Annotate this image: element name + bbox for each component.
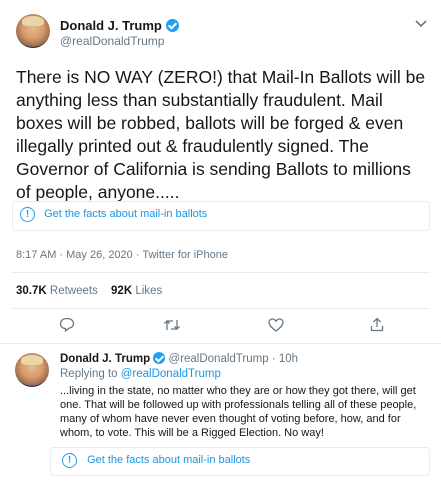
reply-author-handle[interactable]: @realDonaldTrump (169, 353, 269, 365)
reply-fact-check-row[interactable]: ! Get the facts about mail-in ballots (62, 453, 250, 468)
verified-badge-icon (153, 352, 166, 364)
replying-prefix: Replying to (60, 368, 118, 380)
info-icon: ! (20, 207, 35, 222)
reply-icon[interactable] (59, 317, 75, 332)
retweets-count[interactable]: 30.7K (16, 285, 47, 297)
fact-check-row[interactable]: ! Get the facts about mail-in ballots (20, 207, 207, 222)
divider (12, 272, 430, 273)
retweet-icon[interactable] (163, 318, 181, 332)
reply-author-name[interactable]: Donald J. Trump (60, 353, 150, 365)
likes-label[interactable]: Likes (135, 285, 162, 297)
replying-to-handle[interactable]: @realDonaldTrump (121, 368, 221, 380)
fact-check-label[interactable]: Get the facts about mail-in ballots (44, 208, 207, 220)
tweet-text: There is NO WAY (ZERO!) that Mail-In Bal… (16, 67, 426, 202)
author-avatar[interactable] (16, 14, 50, 48)
more-options-icon[interactable] (415, 20, 427, 28)
reply-author-avatar[interactable] (15, 353, 49, 387)
author-handle[interactable]: @realDonaldTrump (60, 34, 164, 48)
replying-to: Replying to @realDonaldTrump (60, 368, 221, 380)
verified-badge-icon (166, 19, 180, 32)
reply-time[interactable]: · 10h (272, 353, 298, 365)
tweet-timestamp[interactable]: 8:17 AM · May 26, 2020 · Twitter for iPh… (16, 249, 228, 261)
retweets-label[interactable]: Retweets (50, 285, 98, 297)
reply-fact-check-label[interactable]: Get the facts about mail-in ballots (87, 454, 250, 466)
author-name[interactable]: Donald J. Trump (60, 18, 162, 33)
divider (0, 343, 441, 344)
divider (12, 308, 430, 309)
reply-text: ...living in the state, no matter who th… (60, 385, 417, 439)
stats-row: 30.7K Retweets 92K Likes (16, 285, 162, 297)
likes-count[interactable]: 92K (111, 285, 132, 297)
like-icon[interactable] (268, 318, 284, 332)
author-name-row[interactable]: Donald J. Trump (60, 17, 180, 35)
share-icon[interactable] (370, 317, 384, 332)
info-icon: ! (62, 453, 77, 468)
reply-header[interactable]: Donald J. Trump @realDonaldTrump · 10h (60, 352, 298, 365)
